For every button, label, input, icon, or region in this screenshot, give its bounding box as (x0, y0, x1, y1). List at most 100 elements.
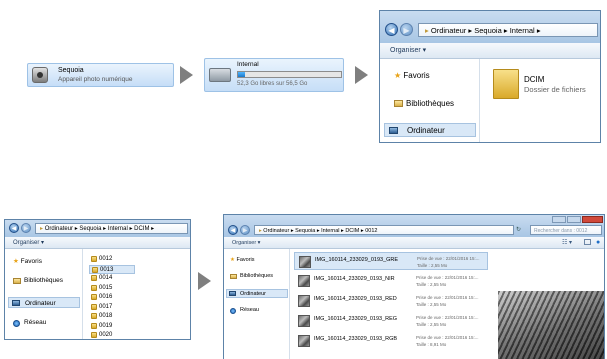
breadcrumb-ordinateur[interactable]: Ordinateur (431, 26, 466, 35)
breadcrumb-dcim[interactable]: DCIM (345, 228, 359, 234)
view-options-icon[interactable]: ☷ ▾ (562, 237, 572, 249)
folder-icon (91, 284, 97, 291)
address-bar[interactable]: ▸ Ordinateur ▸ Sequoia ▸ Internal ▸ DCIM… (35, 223, 188, 234)
nav-item-reseau[interactable]: Réseau (230, 307, 259, 314)
folder-icon (91, 256, 97, 262)
close-button[interactable] (582, 216, 603, 223)
breadcrumb-dcim[interactable]: DCIM (134, 226, 149, 232)
file-size: Taille : 2,55 Mo (417, 263, 448, 268)
folder-icon: ▸ (40, 226, 44, 232)
forward-button[interactable]: ▶ (21, 223, 31, 233)
breadcrumb-internal[interactable]: Internal (108, 226, 128, 232)
image-thumbnail-icon (298, 335, 310, 347)
folder-item[interactable]: 0015 (89, 284, 135, 293)
network-icon (230, 308, 236, 314)
forward-button[interactable]: ▶ (240, 225, 250, 235)
file-date: Prise de vue : 22/01/2016 15:... (416, 315, 479, 320)
folder-item[interactable]: 0019 (89, 322, 135, 331)
folder-item[interactable]: 0016 (89, 293, 135, 302)
breadcrumb-ordinateur[interactable]: Ordinateur (45, 226, 73, 232)
image-thumbnail-icon (298, 295, 310, 307)
folder-item-label: 0019 (99, 322, 113, 329)
nav-item-ordinateur[interactable]: Ordinateur (384, 123, 476, 137)
nav-item-favoris[interactable]: ★ Favoris (230, 257, 255, 263)
minimize-button[interactable] (552, 216, 566, 223)
library-icon (13, 278, 21, 284)
address-bar[interactable]: ▸ Ordinateur ▸ Sequoia ▸ Internal ▸ DCIM… (254, 225, 514, 235)
folder-dcim-name[interactable]: DCIM (524, 75, 544, 84)
file-date: Prise de vue : 22/01/2016 15:... (416, 335, 479, 340)
nav-label: Bibliothèques (24, 277, 64, 284)
folder-item-label: 0012 (99, 256, 113, 262)
file-row[interactable]: IMG_160114_233029_0193_RGB Prise de vue :… (294, 332, 488, 350)
refresh-icon[interactable]: ↻ (516, 225, 528, 235)
organize-button[interactable]: Organiser ▾ (232, 240, 260, 246)
nav-item-bibliotheques[interactable]: Bibliothèques (230, 273, 273, 279)
camera-icon (32, 67, 48, 83)
device-tile-sequoia[interactable]: Sequoia Appareil photo numérique (27, 63, 174, 87)
back-button[interactable]: ◀ (385, 23, 398, 36)
folder-item[interactable]: 0012 (89, 255, 135, 264)
breadcrumb-0012[interactable]: 0012 (365, 228, 377, 234)
help-icon[interactable]: ● (596, 237, 600, 249)
organize-button[interactable]: Organiser ▾ (390, 47, 426, 54)
breadcrumb-internal[interactable]: Internal (321, 228, 339, 234)
nav-label: Favoris (236, 257, 255, 263)
toolbar: Organiser ▾ ☷ ▾ ● (224, 237, 604, 249)
nav-item-bibliotheques[interactable]: Bibliothèques (13, 277, 63, 284)
nav-item-reseau[interactable]: Réseau (13, 319, 46, 327)
drive-tile-internal[interactable]: Internal 52,3 Go libres sur 56,5 Go (204, 58, 344, 92)
nav-label: Ordinateur (407, 126, 445, 135)
computer-icon (389, 127, 398, 134)
back-button[interactable]: ◀ (9, 223, 19, 233)
file-name: IMG_160114_233029_0193_RGB (314, 336, 398, 342)
folder-item[interactable]: 0018 (89, 312, 135, 321)
file-row[interactable]: IMG_160114_233029_0193_RED Prise de vue :… (294, 292, 488, 310)
folder-item-label: 0013 (100, 266, 114, 273)
folder-dcim-icon[interactable] (493, 69, 519, 99)
folder-item[interactable]: 0017 (89, 303, 135, 312)
breadcrumb-sequoia[interactable]: Sequoia (79, 226, 101, 232)
maximize-button[interactable] (567, 216, 581, 223)
forward-button[interactable]: ▶ (400, 23, 413, 36)
nav-label: Bibliothèques (406, 99, 455, 108)
window-controls (552, 216, 604, 224)
navigation-pane: ★ Favoris Bibliothèques Ordinateur Résea… (224, 249, 290, 359)
breadcrumb-sequoia[interactable]: Sequoia (295, 228, 315, 234)
image-preview (498, 291, 604, 359)
folder-item[interactable]: 0014 (89, 274, 135, 283)
nav-label: Favoris (403, 71, 430, 80)
drive-usage-bar (237, 71, 342, 78)
breadcrumb-sequoia[interactable]: Sequoia (474, 26, 502, 35)
file-date: Prise de vue : 22/01/2016 15:... (417, 256, 480, 261)
breadcrumb-ordinateur[interactable]: Ordinateur (263, 228, 289, 234)
nav-item-ordinateur[interactable]: Ordinateur (226, 289, 288, 298)
toolbar: Organiser ▾ (380, 43, 600, 59)
file-size: Taille : 8,91 Mo (416, 342, 447, 347)
folder-icon (92, 266, 98, 273)
preview-pane-icon[interactable] (584, 239, 591, 245)
title-bar: ◀ ▶ ▸ Ordinateur ▸ Sequoia ▸ Internal ▸ … (224, 215, 604, 237)
navigation-pane: ★ Favoris Bibliothèques Ordinateur Résea… (5, 249, 83, 339)
back-button[interactable]: ◀ (228, 225, 238, 235)
folder-item[interactable]: 0013 (89, 264, 135, 274)
nav-item-ordinateur[interactable]: Ordinateur (8, 297, 80, 308)
address-bar[interactable]: ▸ Ordinateur ▸ Sequoia ▸ Internal ▸ (418, 23, 598, 37)
organize-button[interactable]: Organiser ▾ (13, 240, 44, 246)
file-row[interactable]: IMG_160114_233029_0193_NIR Prise de vue :… (294, 272, 488, 290)
file-size: Taille : 2,55 Mo (416, 322, 447, 327)
file-row[interactable]: IMG_160114_233029_0193_REG Prise de vue :… (294, 312, 488, 330)
computer-icon (229, 291, 236, 296)
title-bar: ◀ ▶ ▸ Ordinateur ▸ Sequoia ▸ Internal ▸ (380, 11, 600, 43)
nav-item-favoris[interactable]: ★ Favoris (394, 71, 430, 80)
toolbar: Organiser ▾ (5, 237, 190, 249)
explorer-window-internal: ◀ ▶ ▸ Ordinateur ▸ Sequoia ▸ Internal ▸ … (379, 10, 601, 143)
folder-item[interactable]: 0020 (89, 331, 135, 339)
breadcrumb-internal[interactable]: Internal (510, 26, 535, 35)
nav-label: Bibliothèques (240, 273, 274, 279)
file-row[interactable]: IMG_160114_233029_0193_GRE Prise de vue :… (294, 252, 488, 270)
nav-item-bibliotheques[interactable]: Bibliothèques (394, 99, 454, 108)
file-date: Prise de vue : 22/01/2016 15:... (416, 275, 479, 280)
nav-item-favoris[interactable]: ★ Favoris (13, 257, 42, 265)
search-input[interactable]: Rechercher dans : 0012 (530, 225, 602, 235)
